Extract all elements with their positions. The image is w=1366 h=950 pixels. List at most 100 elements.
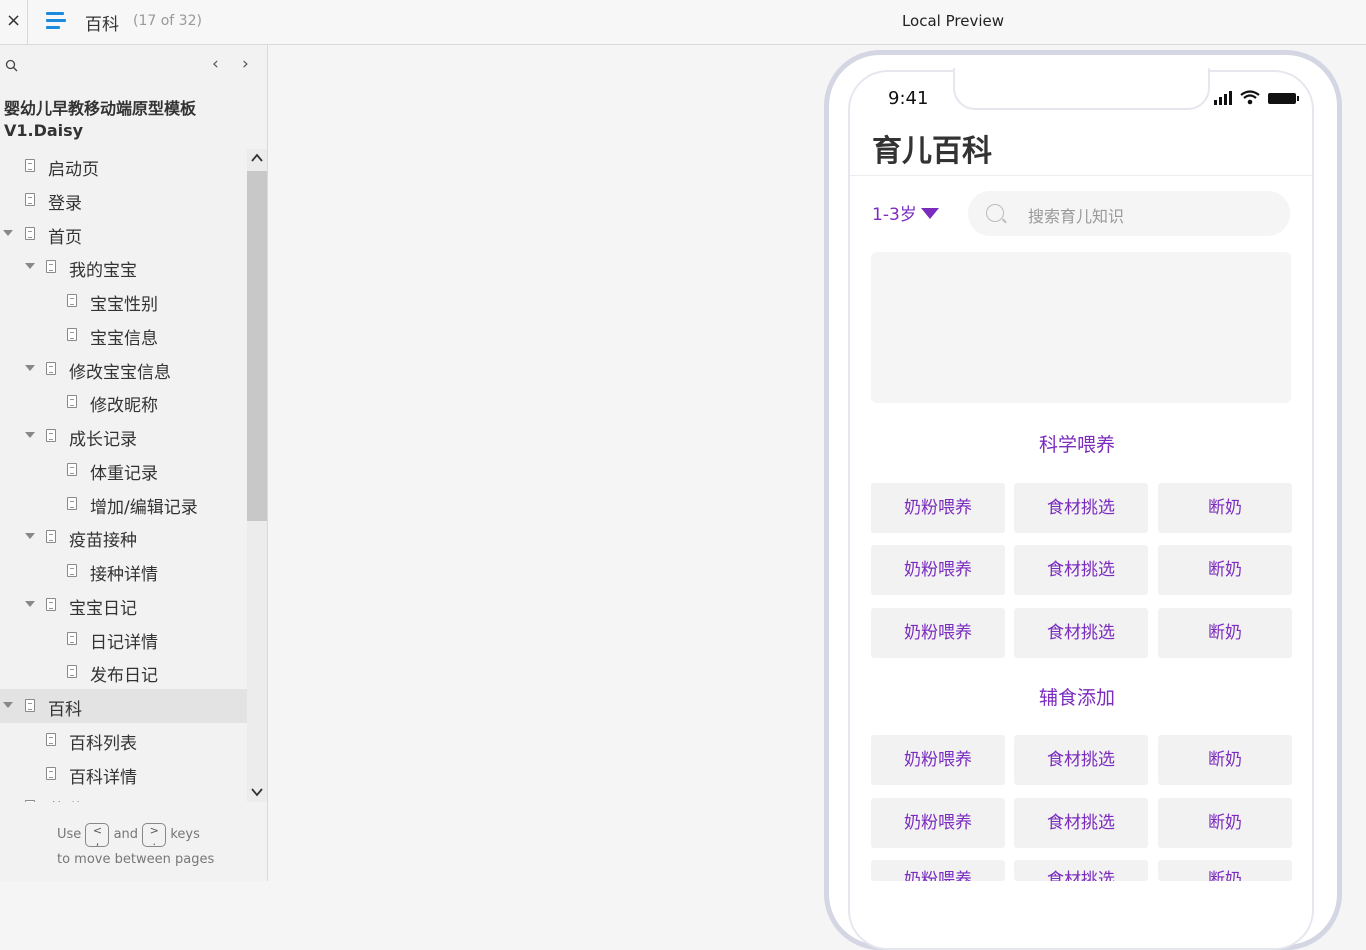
tree-item-label: 我的宝宝: [69, 261, 137, 282]
hint-keys-text: keys: [170, 827, 200, 842]
tree-item-label: 宝宝性别: [90, 295, 158, 315]
notch-mask: [956, 67, 1207, 71]
status-time: 9:41: [888, 88, 929, 109]
grid-button[interactable]: 奶粉喂养: [871, 735, 1005, 785]
wifi-icon: [1240, 90, 1260, 105]
page-icon: [25, 159, 35, 172]
expand-caret-icon[interactable]: [25, 432, 35, 438]
tree-item-宝宝日记[interactable]: 宝宝日记: [0, 588, 247, 622]
grid-button[interactable]: 食材挑选: [1014, 860, 1148, 881]
search-icon[interactable]: [5, 59, 18, 72]
grid-button[interactable]: 奶粉喂养: [871, 860, 1005, 881]
grid-button[interactable]: 食材挑选: [1014, 798, 1148, 848]
caret-down-icon: [920, 208, 939, 219]
tree-item-label: 体重记录: [90, 463, 158, 484]
grid-button[interactable]: 奶粉喂养: [871, 608, 1005, 658]
page-icon: [25, 800, 35, 802]
search-input[interactable]: 搜索育儿知识: [968, 191, 1290, 236]
scroll-down-icon[interactable]: [251, 787, 263, 797]
page-icon: [46, 530, 56, 544]
tree-item-宝宝性别[interactable]: 宝宝性别: [0, 284, 247, 318]
tree-item-日记详情[interactable]: 日记详情: [0, 622, 247, 656]
search-icon: [986, 204, 1004, 222]
tree-item-启动页[interactable]: 启动页: [0, 149, 247, 183]
tree-item-label: 成长记录: [69, 430, 137, 450]
status-bar-icons: [1214, 90, 1299, 105]
expand-caret-icon[interactable]: [25, 364, 35, 371]
key-prev-icon: <,: [85, 822, 110, 847]
page-tree: 启动页 登录 首页 我的宝宝 宝宝性别 宝宝信息 修改宝宝信息 修改昵称 成长记…: [0, 149, 247, 802]
previous-page-button[interactable]: ‹: [212, 55, 226, 73]
tree-item-体重记录[interactable]: 体重记录: [0, 453, 247, 487]
expand-caret-icon[interactable]: [3, 229, 13, 236]
tree-item-发布日记[interactable]: 发布日记: [0, 655, 247, 689]
tree-item-菜谱[interactable]: 菜谱: [0, 790, 247, 802]
signal-icon: [1214, 91, 1232, 105]
grid-button[interactable]: 断奶: [1158, 545, 1292, 595]
tree-item-修改昵称[interactable]: 修改昵称: [0, 385, 247, 419]
tree-item-我的宝宝[interactable]: 我的宝宝: [0, 250, 247, 284]
section-title-complementary-food: 辅食添加: [1038, 687, 1115, 709]
grid-button[interactable]: 食材挑选: [1014, 608, 1148, 658]
page-icon: [46, 732, 56, 746]
age-filter-dropdown[interactable]: 1-3岁: [872, 200, 939, 225]
tree-item-增加编辑记录[interactable]: 增加/编辑记录: [0, 487, 247, 521]
tree-item-label: 疫苗接种: [69, 531, 137, 552]
tree-item-label: 日记详情: [90, 632, 158, 653]
tree-item-label: 首页: [48, 227, 82, 248]
grid-button[interactable]: 断奶: [1158, 798, 1292, 848]
hint-and-text: and: [113, 827, 139, 842]
tree-item-首页[interactable]: 首页: [0, 217, 247, 251]
tree-item-百科列表[interactable]: 百科列表: [0, 723, 247, 757]
tree-item-宝宝信息[interactable]: 宝宝信息: [0, 318, 247, 352]
expand-caret-icon[interactable]: [25, 600, 35, 607]
section-title-science-feeding: 科学喂养: [1038, 434, 1115, 456]
next-page-button[interactable]: ›: [242, 55, 256, 73]
tree-item-修改宝宝信息[interactable]: 修改宝宝信息: [0, 352, 247, 386]
page-icon: [46, 597, 56, 611]
tree-item-接种详情[interactable]: 接种详情: [0, 554, 247, 588]
tree-item-label: 百科列表: [69, 733, 137, 754]
tree-item-百科详情[interactable]: 百科详情: [0, 757, 247, 791]
tree-item-label: 修改宝宝信息: [69, 362, 171, 383]
tree-item-百科[interactable]: 百科: [0, 689, 247, 723]
page-icon: [46, 260, 56, 274]
page-icon: [67, 294, 77, 307]
search-placeholder: 搜索育儿知识: [1028, 207, 1125, 226]
page-icon: [46, 429, 56, 442]
expand-caret-icon[interactable]: [25, 263, 35, 270]
hint-use-text: Use: [57, 827, 82, 842]
page-icon: [46, 766, 56, 780]
tree-item-label: 百科详情: [69, 767, 137, 788]
grid-button[interactable]: 奶粉喂养: [871, 545, 1005, 595]
page-icon: [67, 496, 77, 510]
banner-placeholder[interactable]: [871, 252, 1291, 403]
grid-button[interactable]: 食材挑选: [1014, 545, 1148, 595]
header-divider: [850, 175, 1312, 176]
grid-button[interactable]: 断奶: [1158, 483, 1292, 533]
tree-item-label: 百科: [48, 700, 82, 720]
page-icon: [67, 327, 77, 341]
top-bar: × 百科 (17 of 32) Local Preview: [0, 0, 1366, 45]
tree-item-label: 发布日记: [90, 666, 158, 687]
scroll-up-icon[interactable]: [251, 153, 263, 163]
grid-button[interactable]: 食材挑选: [1014, 483, 1148, 533]
grid-button[interactable]: 奶粉喂养: [871, 483, 1005, 533]
grid-button[interactable]: 断奶: [1158, 608, 1292, 658]
grid-button[interactable]: 奶粉喂养: [871, 798, 1005, 848]
grid-button[interactable]: 断奶: [1158, 860, 1292, 881]
page-icon: [67, 395, 77, 409]
grid-button[interactable]: 断奶: [1158, 735, 1292, 785]
grid-button[interactable]: 食材挑选: [1014, 735, 1148, 785]
expand-caret-icon[interactable]: [25, 533, 35, 540]
tree-item-登录[interactable]: 登录: [0, 183, 247, 217]
expand-caret-icon[interactable]: [3, 702, 13, 708]
sidebar-scrollbar-thumb[interactable]: [247, 171, 267, 521]
tree-item-label: 接种详情: [90, 565, 158, 585]
project-title-version: V1.Daisy: [4, 121, 84, 140]
tree-item-疫苗接种[interactable]: 疫苗接种: [0, 520, 247, 554]
age-filter-label: 1-3岁: [872, 205, 917, 225]
page-icon: [46, 361, 56, 375]
tree-item-label: 增加/编辑记录: [90, 497, 198, 518]
tree-item-成长记录[interactable]: 成长记录: [0, 419, 247, 453]
